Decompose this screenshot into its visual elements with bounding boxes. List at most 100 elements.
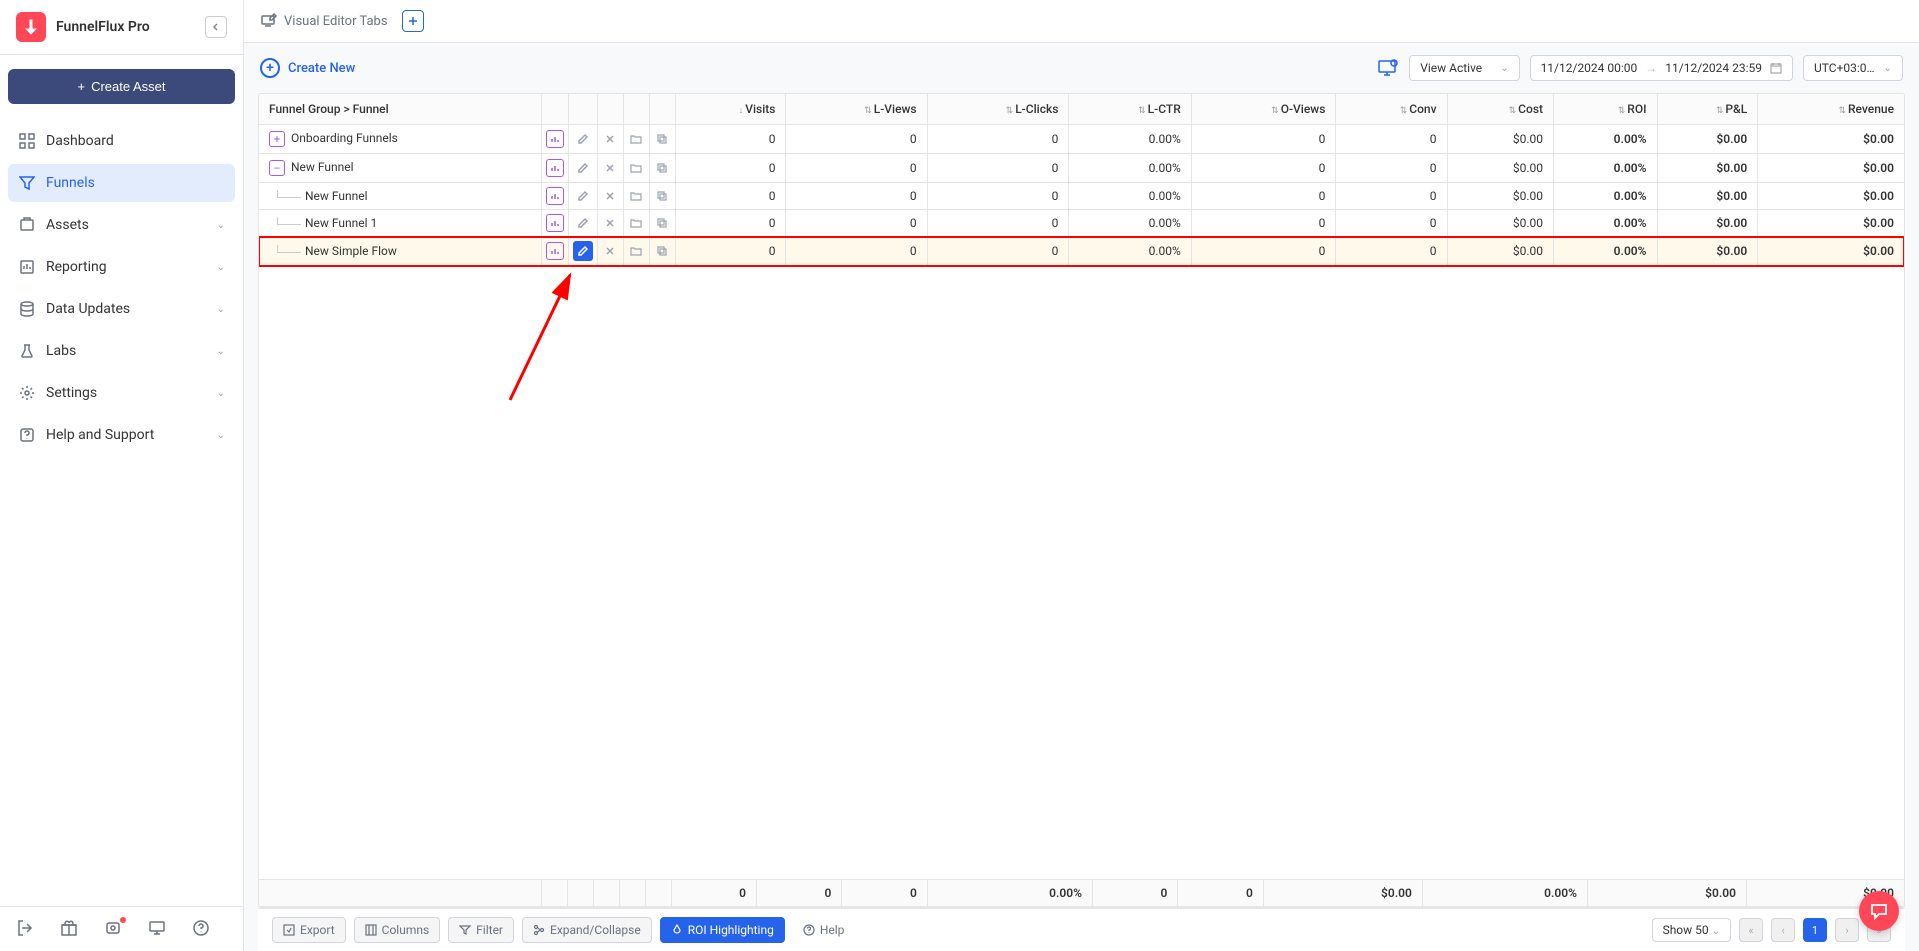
roi-highlighting-button[interactable]: ROI Highlighting <box>660 917 785 943</box>
row-delete-icon[interactable] <box>602 188 618 204</box>
sort-icon: ⇅ <box>1509 106 1517 116</box>
expand-collapse-button[interactable]: Expand/Collapse <box>522 917 652 943</box>
row-folder-icon[interactable] <box>628 215 644 231</box>
date-range-picker[interactable]: 11/12/2024 00:00 → 11/12/2024 23:59 <box>1530 55 1793 81</box>
action-cell <box>623 154 649 183</box>
chevron-down-icon: ⌄ <box>217 430 225 441</box>
row-delete-icon[interactable] <box>602 131 618 147</box>
row-folder-icon[interactable] <box>628 131 644 147</box>
row-delete-icon[interactable] <box>602 243 618 259</box>
row-delete-icon[interactable] <box>602 215 618 231</box>
row-name-cell[interactable]: New Funnel 1 <box>259 210 541 237</box>
add-tab-button[interactable] <box>402 10 424 32</box>
col-action-edit <box>568 94 597 125</box>
create-new-button[interactable]: + Create New <box>260 58 355 78</box>
export-icon <box>283 924 295 936</box>
action-cell <box>541 154 568 183</box>
funnel-icon <box>18 174 36 192</box>
row-name-cell[interactable]: New Funnel <box>259 183 541 210</box>
visual-editor-tabs[interactable]: Visual Editor Tabs <box>260 12 388 30</box>
nav-help[interactable]: Help and Support ⌄ <box>8 416 235 454</box>
row-name-cell[interactable]: New Simple Flow <box>259 237 541 266</box>
table-row[interactable]: –New Funnel0000.00%00$0.000.00%$0.00$0.0… <box>259 154 1904 183</box>
chat-bubble-button[interactable] <box>1859 891 1899 931</box>
row-edit-icon[interactable] <box>575 131 591 147</box>
nav-label: Reporting <box>46 259 217 275</box>
pager-page-1[interactable]: 1 <box>1803 918 1827 942</box>
columns-button[interactable]: Columns <box>354 917 441 943</box>
row-folder-icon[interactable] <box>628 160 644 176</box>
row-copy-icon[interactable] <box>654 131 670 147</box>
nav-settings[interactable]: Settings ⌄ <box>8 374 235 412</box>
logout-icon[interactable] <box>16 919 36 939</box>
row-chart-icon[interactable] <box>546 130 564 148</box>
row-chart-icon[interactable] <box>546 159 564 177</box>
nav-label: Dashboard <box>46 133 225 149</box>
view-active-select[interactable]: View Active ⌄ <box>1409 55 1519 81</box>
row-chart-icon[interactable] <box>546 187 564 205</box>
nav-reporting[interactable]: Reporting ⌄ <box>8 248 235 286</box>
nav-funnels[interactable]: Funnels <box>8 164 235 202</box>
page-size-select[interactable]: Show 50 ⌄ <box>1652 918 1731 942</box>
row-copy-icon[interactable] <box>654 215 670 231</box>
filter-button[interactable]: Filter <box>448 917 514 943</box>
row-name-cell[interactable]: +Onboarding Funnels <box>259 125 541 154</box>
table-row[interactable]: +Onboarding Funnels0000.00%00$0.000.00%$… <box>259 125 1904 154</box>
expand-toggle[interactable]: – <box>269 160 285 176</box>
help-circle-icon[interactable] <box>192 919 212 939</box>
data-cell: 0 <box>1191 210 1336 237</box>
col-lctr[interactable]: ⇅L-CTR <box>1069 94 1191 125</box>
notification-icon[interactable] <box>104 919 124 939</box>
col-pl[interactable]: ⇅P&L <box>1657 94 1758 125</box>
pager-next[interactable]: › <box>1835 918 1859 942</box>
help-button[interactable]: Help <box>793 918 855 942</box>
col-roi[interactable]: ⇅ROI <box>1554 94 1658 125</box>
monitor-settings-icon[interactable] <box>1377 57 1399 79</box>
export-button[interactable]: Export <box>272 917 346 943</box>
row-chart-icon[interactable] <box>546 214 564 232</box>
col-funnel-group[interactable]: Funnel Group > Funnel <box>259 94 541 125</box>
row-edit-icon[interactable] <box>575 188 591 204</box>
col-revenue[interactable]: ⇅Revenue <box>1758 94 1904 125</box>
pager-prev[interactable]: ‹ <box>1771 918 1795 942</box>
row-edit-icon[interactable] <box>575 215 591 231</box>
row-copy-icon[interactable] <box>654 160 670 176</box>
create-asset-button[interactable]: + Create Asset <box>8 69 235 104</box>
pager-first[interactable]: « <box>1739 918 1763 942</box>
col-oviews[interactable]: ⇅O-Views <box>1191 94 1336 125</box>
table-row[interactable]: New Funnel0000.00%00$0.000.00%$0.00$0.00 <box>259 183 1904 210</box>
col-conv[interactable]: ⇅Conv <box>1336 94 1447 125</box>
chevron-down-icon: ⌄ <box>217 220 225 231</box>
nav-labs[interactable]: Labs ⌄ <box>8 332 235 370</box>
row-copy-icon[interactable] <box>654 243 670 259</box>
col-lviews[interactable]: ⇅L-Views <box>786 94 927 125</box>
row-name-cell[interactable]: –New Funnel <box>259 154 541 183</box>
col-visits[interactable]: ↓Visits <box>675 94 786 125</box>
data-cell: $0.00 <box>1758 125 1904 154</box>
row-edit-icon[interactable] <box>573 241 593 261</box>
gift-icon[interactable] <box>60 919 80 939</box>
nav-assets[interactable]: Assets ⌄ <box>8 206 235 244</box>
row-folder-icon[interactable] <box>628 188 644 204</box>
chevron-down-icon: ⌄ <box>217 262 225 273</box>
labs-icon <box>18 342 36 360</box>
row-chart-icon[interactable] <box>546 242 564 260</box>
col-lclicks[interactable]: ⇅L-Clicks <box>927 94 1069 125</box>
row-edit-icon[interactable] <box>575 160 591 176</box>
col-cost[interactable]: ⇅Cost <box>1447 94 1553 125</box>
table-row[interactable]: New Simple Flow0000.00%00$0.000.00%$0.00… <box>259 237 1904 266</box>
row-folder-icon[interactable] <box>628 243 644 259</box>
nav-dashboard[interactable]: Dashboard <box>8 122 235 160</box>
row-copy-icon[interactable] <box>654 188 670 204</box>
toolbar: + Create New View Active ⌄ 11/12/2024 00… <box>244 43 1919 93</box>
monitor-icon[interactable] <box>148 919 168 939</box>
nav-data-updates[interactable]: Data Updates ⌄ <box>8 290 235 328</box>
expand-toggle[interactable]: + <box>269 131 285 147</box>
nav-label: Labs <box>46 343 217 359</box>
action-cell <box>649 210 675 237</box>
sidebar-collapse-button[interactable] <box>205 16 227 38</box>
row-delete-icon[interactable] <box>602 160 618 176</box>
timezone-select[interactable]: UTC+03:00… ⌄ <box>1803 55 1903 81</box>
total-lctr: 0.00% <box>927 880 1092 907</box>
table-row[interactable]: New Funnel 10000.00%00$0.000.00%$0.00$0.… <box>259 210 1904 237</box>
